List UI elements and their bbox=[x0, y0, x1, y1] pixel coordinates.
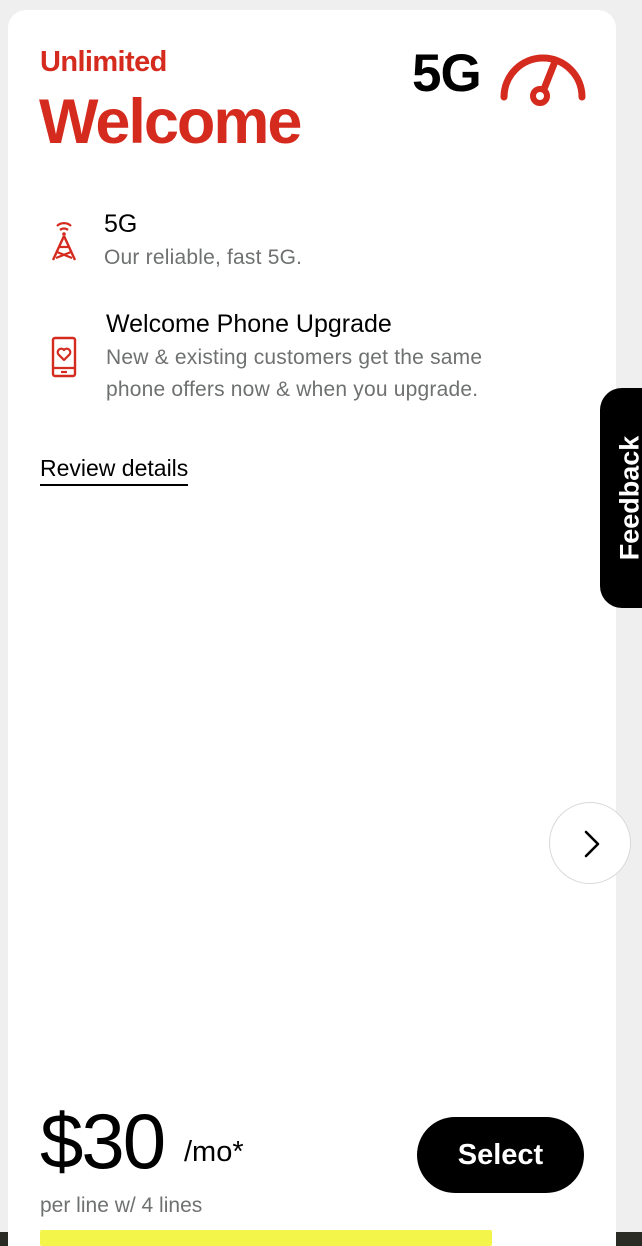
feature-title: Welcome Phone Upgrade bbox=[106, 310, 392, 338]
feedback-label: Feedback bbox=[614, 435, 642, 561]
feature-description-line-1: New & existing customers get the same bbox=[106, 346, 483, 369]
select-button[interactable]: Select bbox=[417, 1117, 584, 1193]
feedback-tab[interactable]: Feedback bbox=[600, 388, 642, 608]
price-unit: /mo* bbox=[184, 1136, 244, 1168]
feature-description: Our reliable, fast 5G. bbox=[104, 246, 303, 269]
review-details-link[interactable]: Review details bbox=[40, 454, 189, 486]
plan-title: Welcome bbox=[39, 87, 302, 157]
chevron-right-icon bbox=[584, 830, 600, 858]
speedometer-icon bbox=[500, 54, 586, 106]
cell-tower-icon bbox=[51, 222, 77, 261]
promo-banner bbox=[40, 1230, 492, 1246]
price-note: per line w/ 4 lines bbox=[40, 1194, 203, 1217]
carousel-next-button[interactable] bbox=[549, 802, 631, 884]
5g-badge: 5G bbox=[412, 40, 592, 110]
price-amount: $30 bbox=[40, 1097, 166, 1185]
phone-heart-icon bbox=[51, 336, 77, 378]
plan-kicker: Unlimited bbox=[40, 46, 167, 78]
5g-badge-text: 5G bbox=[412, 44, 482, 103]
feature-title: 5G bbox=[104, 210, 138, 238]
feature-description-line-2: phone offers now & when you upgrade. bbox=[106, 378, 479, 401]
plan-card: Unlimited Welcome 5G 5G Our reliable, fa… bbox=[8, 10, 616, 1246]
